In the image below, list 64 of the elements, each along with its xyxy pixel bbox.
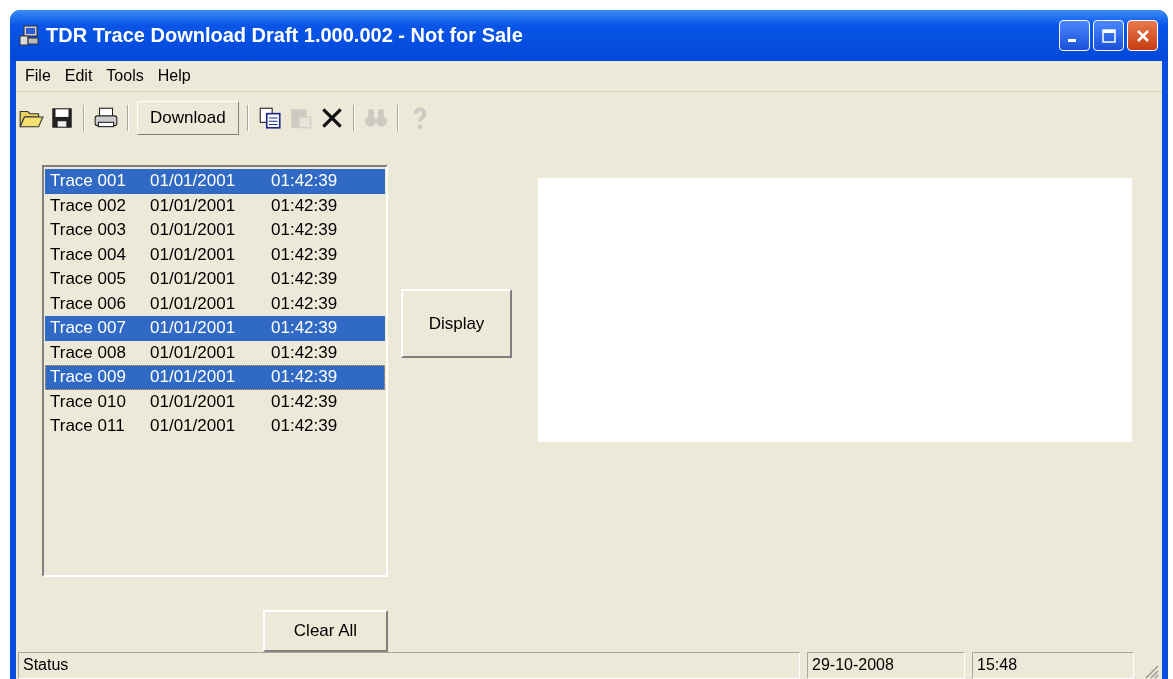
- trace-time: 01:42:39: [271, 195, 339, 216]
- resize-grip-icon[interactable]: [1143, 663, 1159, 679]
- trace-row[interactable]: Trace 005 01/01/2001 01:42:39: [45, 267, 385, 292]
- trace-time: 01:42:39: [271, 269, 339, 290]
- trace-date: 01/01/2001: [150, 171, 237, 192]
- trace-row[interactable]: Trace 011 01/01/2001 01:42:39: [45, 414, 385, 439]
- minimize-button[interactable]: [1059, 20, 1090, 51]
- trace-date: 01/01/2001: [150, 220, 237, 241]
- maximize-button[interactable]: [1093, 20, 1124, 51]
- computer-icon: [18, 24, 40, 47]
- close-icon: [1134, 27, 1151, 44]
- trace-time: 01:42:39: [271, 293, 339, 314]
- trace-time: 01:42:39: [271, 244, 339, 265]
- trace-date: 01/01/2001: [150, 269, 237, 290]
- trace-time: 01:42:39: [271, 342, 339, 363]
- trace-time: 01:42:39: [271, 318, 339, 339]
- trace-row[interactable]: Trace 010 01/01/2001 01:42:39: [45, 389, 385, 414]
- download-button[interactable]: Download: [137, 101, 239, 135]
- menu-item[interactable]: Help: [152, 67, 200, 85]
- trace-date: 01/01/2001: [150, 195, 237, 216]
- trace-name: Trace 003: [50, 220, 127, 241]
- trace-row[interactable]: Trace 004 01/01/2001 01:42:39: [45, 242, 385, 267]
- trace-name: Trace 001: [50, 171, 127, 192]
- trace-date: 01/01/2001: [150, 244, 237, 265]
- window-title: TDR Trace Download Draft 1.000.002 - Not for Sale: [46, 24, 524, 47]
- trace-date: 01/01/2001: [150, 293, 237, 314]
- trace-time: 01:42:39: [271, 391, 339, 412]
- trace-row[interactable]: Trace 003 01/01/2001 01:42:39: [45, 218, 385, 243]
- trace-time: 01:42:39: [271, 171, 339, 192]
- status-panel: Status: [18, 652, 800, 679]
- trace-name: Trace 006: [50, 293, 127, 314]
- trace-row[interactable]: Trace 008 01/01/2001 01:42:39: [45, 340, 385, 365]
- trace-row[interactable]: Trace 001 01/01/2001 01:42:39: [45, 169, 385, 194]
- trace-name: Trace 008: [50, 342, 127, 363]
- trace-name: Trace 004: [50, 244, 127, 265]
- maximize-icon: [1100, 27, 1117, 44]
- trace-name: Trace 011: [50, 416, 126, 437]
- trace-date: 01/01/2001: [150, 391, 237, 412]
- trace-date: 01/01/2001: [150, 318, 237, 339]
- trace-name: Trace 010: [50, 391, 127, 412]
- trace-name: Trace 007: [50, 318, 127, 339]
- trace-time: 01:42:39: [271, 220, 339, 241]
- trace-name: Trace 009: [50, 367, 127, 388]
- close-button[interactable]: [1127, 20, 1158, 51]
- trace-time: 01:42:39: [271, 367, 339, 388]
- clear-all-button[interactable]: Clear All: [263, 610, 388, 652]
- menu-item[interactable]: Edit: [59, 67, 102, 85]
- display-button[interactable]: Display: [401, 289, 512, 358]
- trace-date: 01/01/2001: [150, 416, 237, 437]
- status-time: 15:48: [972, 652, 1134, 679]
- trace-row[interactable]: Trace 002 01/01/2001 01:42:39: [45, 193, 385, 218]
- trace-row[interactable]: Trace 006 01/01/2001 01:42:39: [45, 291, 385, 316]
- trace-row[interactable]: Trace 009 01/01/2001 01:42:39: [45, 365, 385, 390]
- trace-time: 01:42:39: [271, 416, 339, 437]
- trace-row[interactable]: Trace 007 01/01/2001 01:42:39: [45, 316, 385, 341]
- status-date: 29-10-2008: [807, 652, 965, 679]
- save-icon[interactable]: [49, 105, 75, 131]
- menu-item[interactable]: Tools: [101, 67, 153, 85]
- menu-item[interactable]: File: [20, 67, 60, 85]
- trace-name: Trace 002: [50, 195, 127, 216]
- trace-date: 01/01/2001: [150, 367, 237, 388]
- trace-name: Trace 005: [50, 269, 127, 290]
- minimize-icon: [1067, 39, 1076, 42]
- trace-date: 01/01/2001: [150, 342, 237, 363]
